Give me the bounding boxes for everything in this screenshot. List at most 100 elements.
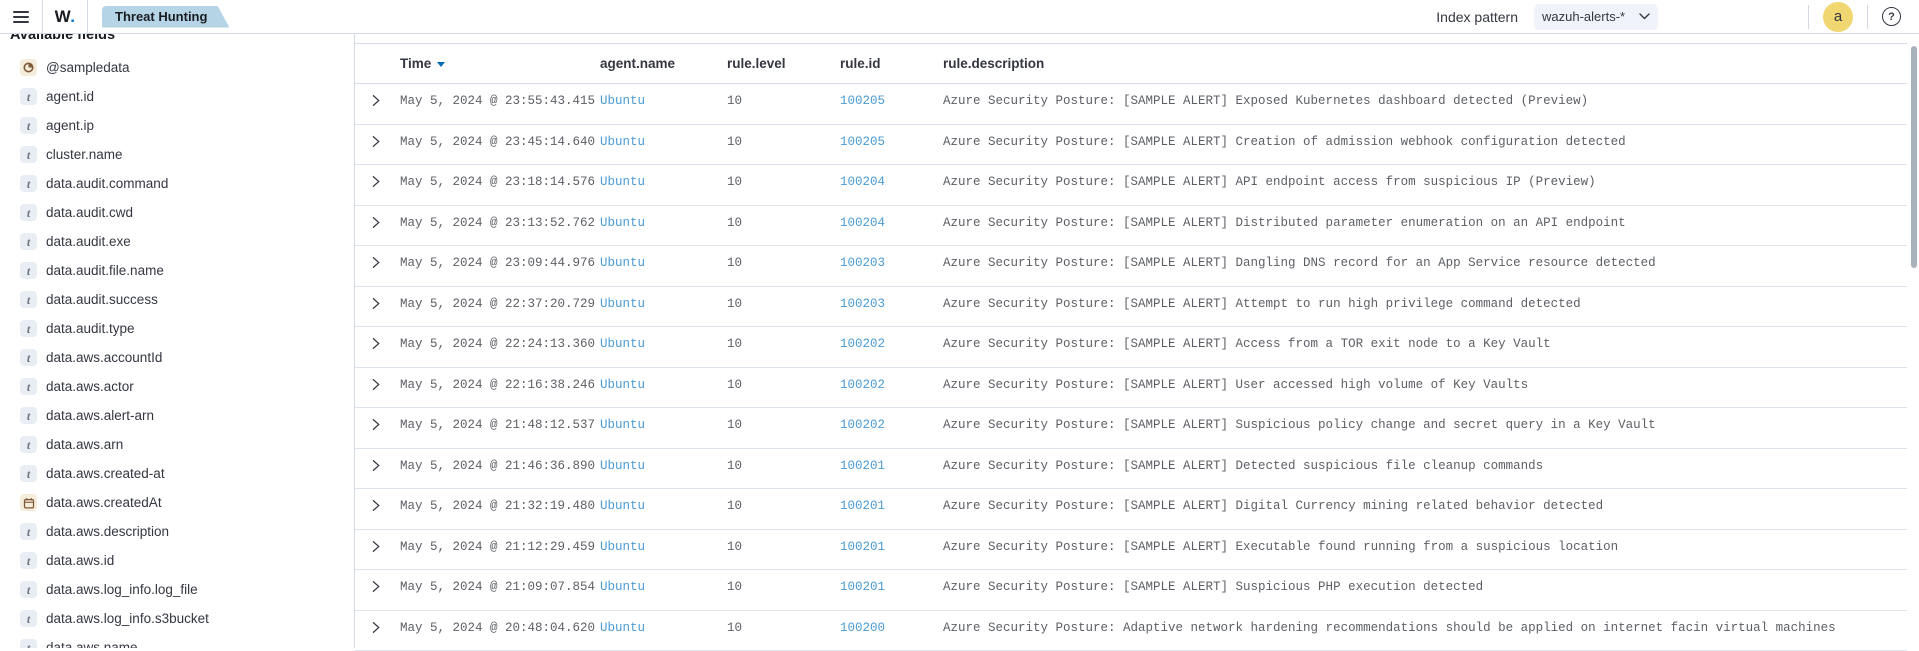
field-type-icon: t	[20, 639, 37, 648]
cell-rule-id[interactable]: 100203	[840, 246, 943, 286]
field-type-icon: t	[20, 233, 37, 250]
cell-agent-name[interactable]: Ubuntu	[600, 327, 727, 367]
cell-rule-id[interactable]: 100205	[840, 84, 943, 124]
field-list-item[interactable]: t @sampledata	[10, 53, 348, 82]
expand-row-chevron-icon[interactable]	[367, 214, 384, 231]
wazuh-logo[interactable]: W.	[43, 7, 87, 27]
cell-rule-id[interactable]: 100202	[840, 368, 943, 408]
table-row: May 5, 2024 @ 21:48:12.537 Ubuntu 10 100…	[355, 408, 1907, 449]
table-row: May 5, 2024 @ 21:32:19.480 Ubuntu 10 100…	[355, 489, 1907, 530]
expand-row-chevron-icon[interactable]	[367, 578, 384, 595]
available-fields-sidebar: Available fields t @sampledata t	[0, 34, 354, 648]
cell-rule-id[interactable]: 100201	[840, 530, 943, 570]
sort-desc-icon[interactable]	[437, 62, 445, 67]
expand-row-chevron-icon[interactable]	[367, 619, 384, 636]
field-list-item[interactable]: t data.aws.accountId	[10, 343, 348, 372]
expand-row-chevron-icon[interactable]	[367, 457, 384, 474]
field-type-icon: t	[20, 378, 37, 395]
cell-rule-id[interactable]: 100201	[840, 489, 943, 529]
cell-rule-description: Azure Security Posture: [SAMPLE ALERT] E…	[943, 530, 1907, 570]
column-rule-description[interactable]: rule.description	[943, 56, 1907, 71]
field-list-item[interactable]: t cluster.name	[10, 140, 348, 169]
hamburger-menu-icon[interactable]	[0, 0, 42, 34]
field-type-icon: t	[20, 610, 37, 627]
cell-agent-name[interactable]: Ubuntu	[600, 206, 727, 246]
field-list-item[interactable]: t data.audit.type	[10, 314, 348, 343]
field-name: data.audit.file.name	[46, 263, 164, 278]
expand-row-chevron-icon[interactable]	[367, 254, 384, 271]
field-list-item[interactable]: t data.aws.alert-arn	[10, 401, 348, 430]
cell-agent-name[interactable]: Ubuntu	[600, 165, 727, 205]
field-list-item[interactable]: t data.audit.exe	[10, 227, 348, 256]
field-list-item[interactable]: t data.audit.file.name	[10, 256, 348, 285]
index-pattern-select[interactable]: wazuh-alerts-*	[1534, 4, 1658, 30]
column-rule-level[interactable]: rule.level	[727, 56, 840, 71]
field-list-item[interactable]: t data.aws.createdAt	[10, 488, 348, 517]
cell-agent-name[interactable]: Ubuntu	[600, 287, 727, 327]
expand-row-chevron-icon[interactable]	[367, 416, 384, 433]
field-list-item[interactable]: t data.audit.cwd	[10, 198, 348, 227]
column-agent-name[interactable]: agent.name	[600, 56, 727, 71]
field-list-item[interactable]: t data.aws.arn	[10, 430, 348, 459]
cell-agent-name[interactable]: Ubuntu	[600, 408, 727, 448]
cell-rule-description: Azure Security Posture: [SAMPLE ALERT] A…	[943, 165, 1907, 205]
expand-row-chevron-icon[interactable]	[367, 133, 384, 150]
cell-rule-id[interactable]: 100204	[840, 206, 943, 246]
expand-row-chevron-icon[interactable]	[367, 538, 384, 555]
field-list-item[interactable]: t agent.id	[10, 82, 348, 111]
field-list-item[interactable]: t data.aws.created-at	[10, 459, 348, 488]
field-list-item[interactable]: t data.audit.success	[10, 285, 348, 314]
cell-rule-id[interactable]: 100201	[840, 570, 943, 610]
cell-rule-id[interactable]: 100205	[840, 125, 943, 165]
cell-rule-level: 10	[727, 449, 840, 489]
cell-agent-name[interactable]: Ubuntu	[600, 125, 727, 165]
table-row: May 5, 2024 @ 23:13:52.762 Ubuntu 10 100…	[355, 206, 1907, 247]
field-list-item[interactable]: t data.aws.description	[10, 517, 348, 546]
avatar[interactable]: a	[1823, 2, 1853, 32]
cell-rule-level: 10	[727, 570, 840, 610]
expand-row-chevron-icon[interactable]	[367, 497, 384, 514]
field-list-item[interactable]: t data.aws.actor	[10, 372, 348, 401]
cell-agent-name[interactable]: Ubuntu	[600, 489, 727, 529]
cell-time: May 5, 2024 @ 23:18:14.576	[400, 165, 600, 205]
cell-agent-name[interactable]: Ubuntu	[600, 611, 727, 651]
vertical-scrollbar[interactable]	[1911, 46, 1917, 268]
alerts-table-area: Time agent.name rule.level rule.id rule.…	[354, 34, 1919, 648]
field-list-item[interactable]: t data.aws.id	[10, 546, 348, 575]
tab-threat-hunting[interactable]: Threat Hunting	[102, 6, 229, 28]
cell-agent-name[interactable]: Ubuntu	[600, 570, 727, 610]
table-row: May 5, 2024 @ 21:09:07.854 Ubuntu 10 100…	[355, 570, 1907, 611]
cell-rule-id[interactable]: 100202	[840, 408, 943, 448]
expand-row-chevron-icon[interactable]	[367, 92, 384, 109]
field-list-item[interactable]: t data.aws.log_info.log_file	[10, 575, 348, 604]
cell-time: May 5, 2024 @ 21:48:12.537	[400, 408, 600, 448]
column-time[interactable]: Time	[400, 56, 600, 71]
field-list-item[interactable]: t agent.ip	[10, 111, 348, 140]
divider	[1867, 5, 1868, 29]
cell-rule-id[interactable]: 100202	[840, 327, 943, 367]
cell-agent-name[interactable]: Ubuntu	[600, 246, 727, 286]
cell-agent-name[interactable]: Ubuntu	[600, 449, 727, 489]
divider	[87, 0, 88, 34]
cell-agent-name[interactable]: Ubuntu	[600, 368, 727, 408]
index-pattern-label: Index pattern	[1436, 9, 1518, 25]
expand-row-chevron-icon[interactable]	[367, 173, 384, 190]
cell-rule-id[interactable]: 100200	[840, 611, 943, 651]
cell-agent-name[interactable]: Ubuntu	[600, 530, 727, 570]
cell-rule-description: Azure Security Posture: [SAMPLE ALERT] S…	[943, 570, 1907, 610]
field-list-item[interactable]: t data.audit.command	[10, 169, 348, 198]
cell-agent-name[interactable]: Ubuntu	[600, 84, 727, 124]
cell-rule-description: Azure Security Posture: [SAMPLE ALERT] D…	[943, 449, 1907, 489]
cell-rule-id[interactable]: 100203	[840, 287, 943, 327]
help-icon[interactable]: ?	[1882, 7, 1901, 26]
expand-row-chevron-icon[interactable]	[367, 376, 384, 393]
cell-time: May 5, 2024 @ 23:45:14.640	[400, 125, 600, 165]
expand-row-chevron-icon[interactable]	[367, 335, 384, 352]
cell-rule-id[interactable]: 100201	[840, 449, 943, 489]
field-type-icon: t	[20, 88, 37, 105]
field-list-item[interactable]: t data.aws.log_info.s3bucket	[10, 604, 348, 633]
column-rule-id[interactable]: rule.id	[840, 56, 943, 71]
expand-row-chevron-icon[interactable]	[367, 295, 384, 312]
field-list-item[interactable]: t data.aws.name	[10, 633, 348, 648]
cell-rule-id[interactable]: 100204	[840, 165, 943, 205]
